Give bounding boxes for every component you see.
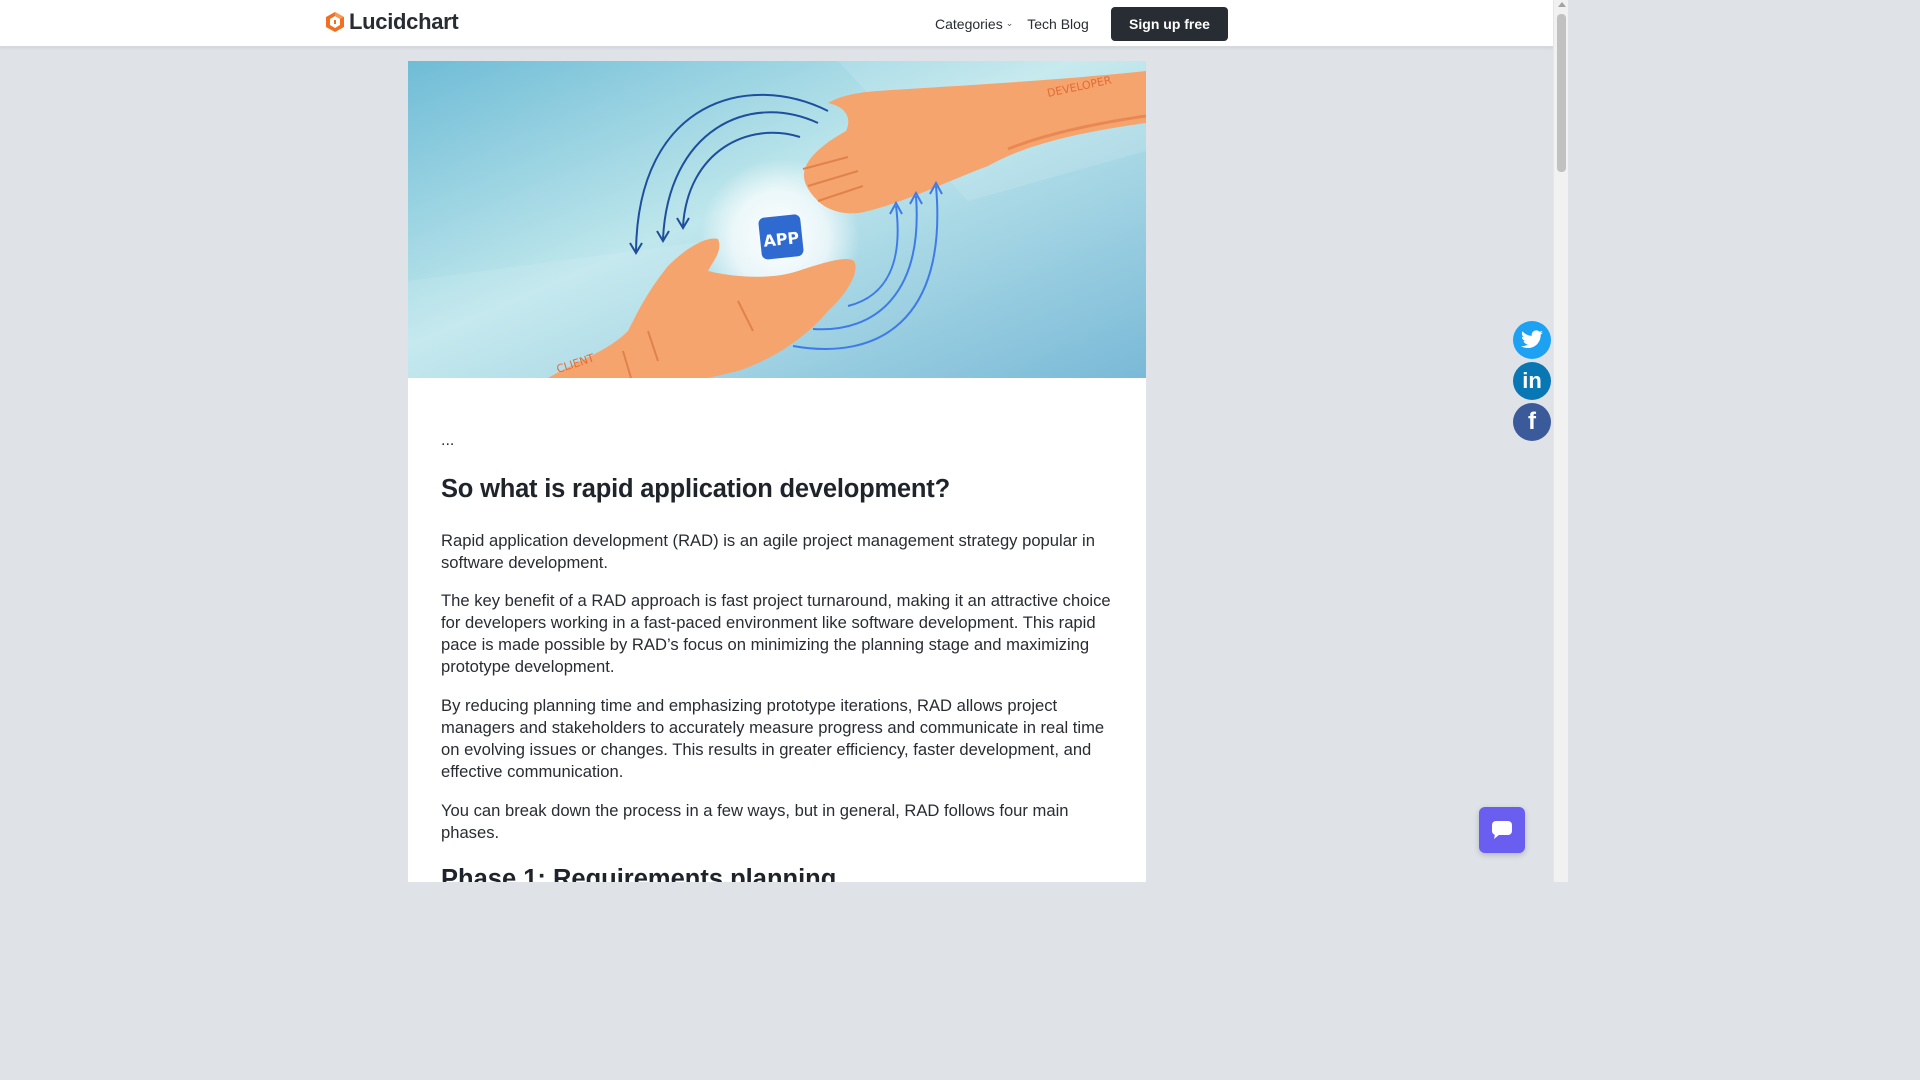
- brand-name: Lucidchart: [349, 9, 459, 34]
- phase-heading: Phase 1: Requirements planning: [441, 865, 837, 882]
- svg-text:APP: APP: [762, 228, 800, 251]
- facebook-icon: f: [1528, 408, 1536, 435]
- chevron-down-icon: ⌄: [1005, 17, 1014, 28]
- article-paragraph: You can break down the process in a few …: [441, 801, 1069, 842]
- scroll-up-arrow-icon[interactable]: [1558, 2, 1566, 7]
- article-heading: So what is rapid application development…: [441, 475, 950, 503]
- nav-categories-label: Categories: [935, 16, 1003, 32]
- hero-illustration: DEVELOPER CLIENT APP: [408, 61, 1146, 378]
- page-scrollbar[interactable]: [1553, 0, 1568, 882]
- article-paragraph: By reducing planning time and emphasizin…: [441, 696, 1105, 781]
- app-badge-icon: APP: [758, 214, 804, 260]
- lucidchart-logo-icon: [326, 12, 344, 32]
- nav-categories[interactable]: Categories ⌄: [935, 16, 1013, 32]
- nav-tech-blog[interactable]: Tech Blog: [1027, 16, 1088, 32]
- article-paragraph: Rapid application development (RAD) is a…: [441, 531, 1095, 572]
- chat-widget-button[interactable]: [1479, 807, 1525, 853]
- chat-icon: [1492, 821, 1512, 839]
- scroll-thumb[interactable]: [1557, 14, 1566, 172]
- article-paragraph: The key benefit of a RAD approach is fas…: [441, 591, 1111, 676]
- facebook-share-button[interactable]: f: [1513, 403, 1551, 441]
- twitter-share-button[interactable]: [1513, 321, 1551, 359]
- linkedin-share-button[interactable]: in: [1513, 362, 1551, 400]
- top-navigation: Lucidchart Categories ⌄ Tech Blog Sign u…: [0, 0, 1553, 47]
- article-card: DEVELOPER CLIENT APP ... So what is rapi…: [408, 61, 1146, 882]
- article-ellipsis: ...: [441, 432, 455, 449]
- linkedin-icon: in: [1522, 368, 1542, 393]
- brand-logo[interactable]: Lucidchart: [325, 9, 459, 35]
- nav-tech-blog-label: Tech Blog: [1027, 16, 1089, 32]
- twitter-icon: [1521, 330, 1543, 349]
- signup-button[interactable]: Sign up free: [1111, 7, 1228, 41]
- nav-links: Categories ⌄ Tech Blog: [935, 16, 1089, 32]
